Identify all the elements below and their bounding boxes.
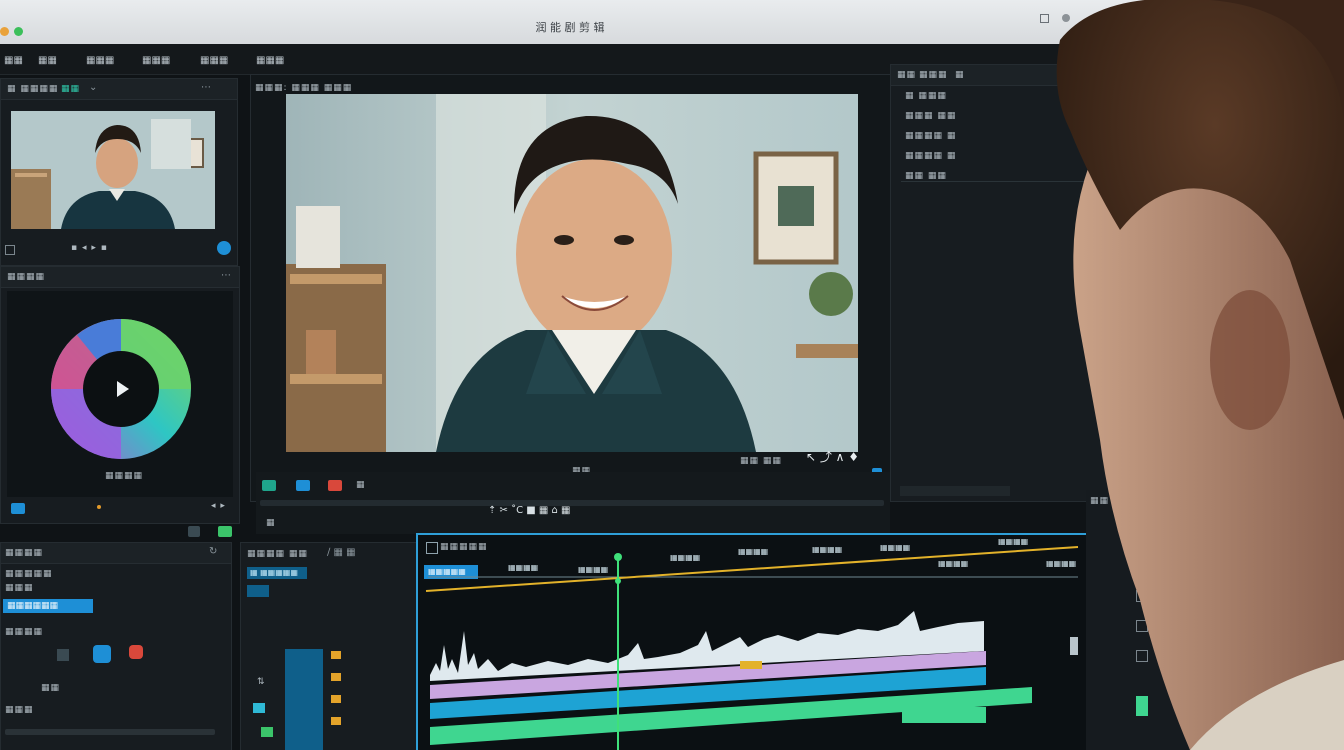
- grid-view-icon[interactable]: [5, 245, 15, 255]
- effect-icon-c[interactable]: [129, 645, 143, 659]
- color-panel: ▦▦▦▦ ⋯ ▦▦▦▦ ◂ ▸: [0, 266, 240, 524]
- timeline-panel: ▦▦▦▦▦ ▦▦▦▦▦ ▦▦▦▦ ▦▦▦▦ ▦▦▦▦ ▦▦▦▦ ▦▦▦▦ ▦▦▦…: [416, 533, 1088, 750]
- effects-item-5[interactable]: ▦▦▦: [5, 705, 34, 715]
- mark-in-button[interactable]: [262, 480, 276, 491]
- color-panel-title: ▦▦▦▦: [7, 272, 46, 282]
- menu-item-3[interactable]: ▦▦▦: [86, 55, 114, 66]
- thumbnail-image: [11, 111, 215, 229]
- preview-image: [286, 94, 858, 452]
- menu-item-6[interactable]: ▦▦▦: [256, 55, 284, 66]
- viewer-zoom[interactable]: ▦▦ ▦▦: [740, 456, 782, 466]
- track-audio[interactable]: [261, 727, 273, 737]
- track-tag[interactable]: [247, 585, 269, 597]
- effects-item-1[interactable]: ▦▦▦▦▦: [5, 569, 53, 579]
- timeline-canvas[interactable]: [418, 535, 1086, 750]
- media-tab-2[interactable]: ▦▦: [61, 84, 80, 94]
- transport-bar: ▦ ⇡ ✂ ˚C ■ ▦ ⌂ ▦ ▦: [256, 472, 890, 534]
- refresh-icon[interactable]: ↻: [209, 546, 217, 557]
- color-apply-button[interactable]: [11, 503, 25, 514]
- color-caption: ▦▦▦▦: [105, 471, 144, 481]
- effects-item-4[interactable]: ▦▦: [41, 683, 60, 693]
- effects-panel: ▦▦▦▦ ↻ ▦▦▦▦▦ ▦▦▦ ▦▦▦▦▦▦ ▦▦▦▦ ▦▦ ▦▦▦: [0, 542, 232, 750]
- more-icon[interactable]: ⋯: [201, 82, 211, 93]
- maximize-icon[interactable]: [14, 27, 23, 36]
- inspector-row-5[interactable]: ▦▦ ▦▦: [905, 171, 947, 181]
- record-button[interactable]: [328, 480, 342, 491]
- viewer-tool-icons[interactable]: ↖ ⤴ ∧ ♦: [806, 448, 859, 465]
- chevron-down-icon[interactable]: ⌄: [89, 82, 97, 93]
- inspector-row-4[interactable]: ▦▦▦▦ ▦: [905, 151, 956, 161]
- color-wheel-icon[interactable]: [7, 291, 233, 497]
- tracks-title: ▦▦▦▦ ▦▦: [247, 549, 308, 559]
- track-lock-2[interactable]: [331, 673, 341, 681]
- track-lock-1[interactable]: [331, 651, 341, 659]
- viewer-label: ▦▦▦: ▦▦▦ ▦▦▦: [255, 83, 353, 93]
- effects-scroll[interactable]: [5, 729, 215, 735]
- inspector-row-2[interactable]: ▦▦▦ ▦▦: [905, 111, 956, 121]
- viewer-person: [1056, 0, 1344, 750]
- inspector-footer: [900, 486, 1010, 496]
- track-toggle[interactable]: ⇅: [257, 677, 266, 687]
- effects-item-3[interactable]: ▦▦▦▦: [5, 627, 43, 637]
- media-panel-header: ▦ ▦▦▦▦ ▦▦ ⌄ ⋯: [1, 79, 237, 100]
- menu-item-5[interactable]: ▦▦▦: [200, 55, 228, 66]
- menu-item-4[interactable]: ▦▦▦: [142, 55, 170, 66]
- track-visibility[interactable]: [253, 703, 265, 713]
- track-lock-4[interactable]: [331, 717, 341, 725]
- track-select-label: ▦ ▦▦▦▦▦: [250, 568, 298, 577]
- panel-confirm-button[interactable]: [218, 526, 232, 537]
- inspector-tab-2[interactable]: ▦▦▦: [919, 70, 948, 80]
- effects-title: ▦▦▦▦: [5, 548, 44, 558]
- menu-item-2[interactable]: ▦▦: [38, 55, 57, 66]
- more-icon[interactable]: ⋯: [221, 270, 231, 281]
- sync-button[interactable]: [217, 241, 231, 255]
- window-titlebar: 润 能 剧 剪 辑: [0, 0, 1190, 44]
- inspector-tab-3[interactable]: ▦: [955, 70, 965, 80]
- panel-toggle-icon[interactable]: [188, 526, 200, 537]
- effect-icon-a[interactable]: [57, 649, 69, 661]
- inspector-tab-1[interactable]: ▦▦: [897, 70, 916, 80]
- transport-controls[interactable]: ▪ ◂ ▸ ▪: [71, 243, 108, 253]
- tool-icons[interactable]: ∕ ▦ ▦: [327, 547, 356, 558]
- window-title: 润 能 剧 剪 辑: [535, 21, 605, 34]
- jog-track[interactable]: [260, 500, 884, 506]
- inspector-row-3[interactable]: ▦▦▦▦ ▦: [905, 131, 956, 141]
- track-column[interactable]: [285, 649, 323, 750]
- menu-item-1[interactable]: ▦▦: [4, 55, 23, 66]
- color-wheel-area: ▦▦▦▦: [7, 291, 233, 497]
- track-headers-panel: ▦▦▦▦ ▦▦ ∕ ▦ ▦ ▦ ▦▦▦▦▦ ⇅: [240, 542, 418, 750]
- effects-item-2[interactable]: ▦▦▦: [5, 583, 34, 593]
- color-panel-header: ▦▦▦▦ ⋯: [1, 267, 239, 288]
- effects-selected-item[interactable]: ▦▦▦▦▦▦: [3, 599, 93, 613]
- media-tab[interactable]: ▦ ▦▦▦▦: [7, 84, 58, 94]
- effects-header: ▦▦▦▦ ↻: [1, 543, 231, 564]
- track-area-label: ▦: [266, 518, 276, 528]
- monitor-screen: 润 能 剧 剪 辑 ▦▦ ▦▦ ▦▦▦ ▦▦▦ ▦▦▦ ▦▦▦ ▦ ▦▦▦▦ ▦…: [0, 0, 1190, 750]
- track-select[interactable]: ▦ ▦▦▦▦▦: [247, 567, 307, 579]
- media-panel: ▦ ▦▦▦▦ ▦▦ ⌄ ⋯ ▪ ◂ ▸ ▪: [0, 78, 238, 266]
- transport-label: ▦: [356, 480, 366, 490]
- minimize-icon[interactable]: [0, 27, 9, 36]
- media-thumbnail[interactable]: [11, 111, 215, 229]
- mark-out-button[interactable]: [296, 480, 310, 491]
- viewer-frame[interactable]: [286, 94, 858, 452]
- color-nav-arrows[interactable]: ◂ ▸: [211, 501, 226, 511]
- status-dot: [97, 505, 101, 509]
- edit-tool-icons[interactable]: ⇡ ✂ ˚C ■ ▦ ⌂ ▦: [488, 505, 571, 516]
- inspector-row-1[interactable]: ▦ ▦▦▦: [905, 91, 947, 101]
- track-lock-3[interactable]: [331, 695, 341, 703]
- effects-selected-label: ▦▦▦▦▦▦: [7, 601, 59, 611]
- effect-icon-b[interactable]: [93, 645, 111, 663]
